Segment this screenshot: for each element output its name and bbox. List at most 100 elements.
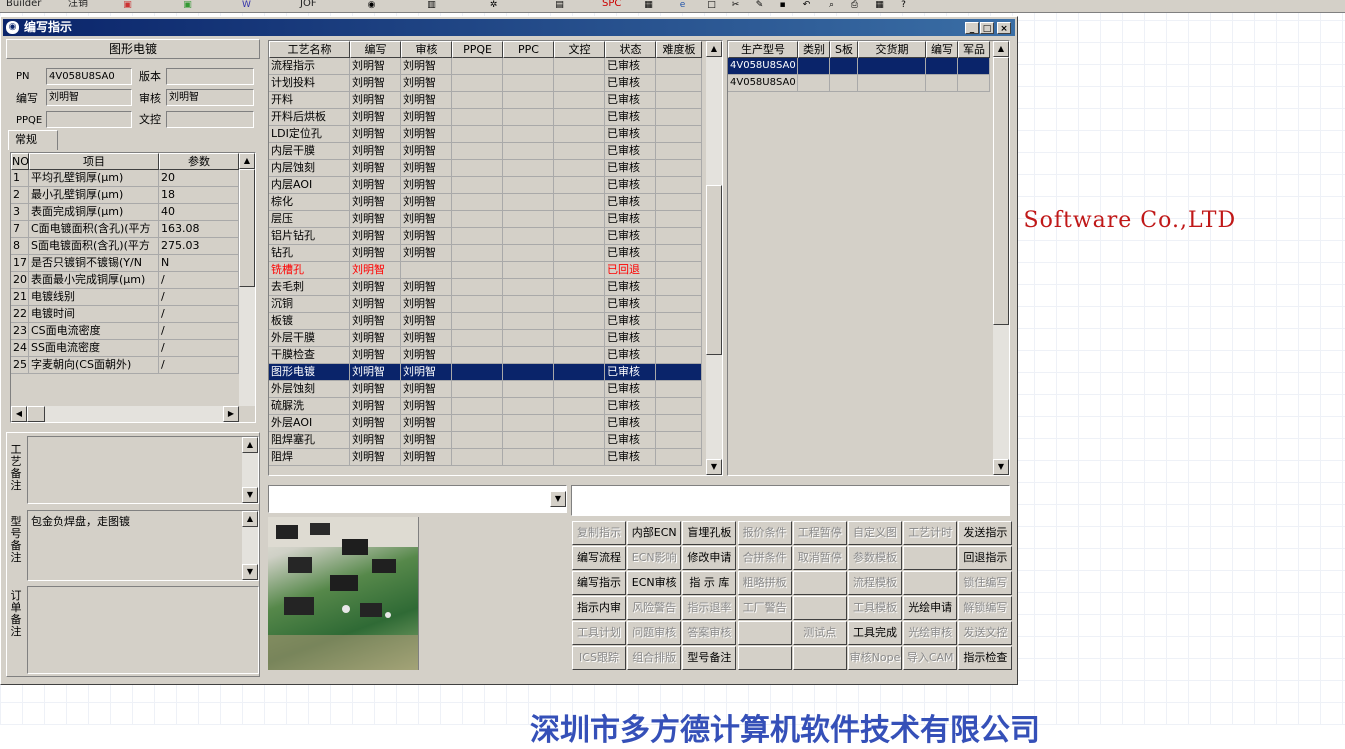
builder-button[interactable]: Builder	[6, 0, 41, 11]
action-button[interactable]: 发送文控	[958, 621, 1013, 645]
column-header-status[interactable]: 状态	[605, 41, 656, 58]
column-header-ppc[interactable]: PPC	[503, 41, 554, 58]
table-row[interactable]: 板镀 刘明智 刘明智 已审核	[269, 313, 702, 330]
scroll-right-icon[interactable]: ▶	[223, 406, 239, 422]
cut-icon[interactable]: ✂	[730, 0, 741, 10]
calc-icon[interactable]: ▦	[874, 0, 885, 10]
action-button[interactable]: 光绘申请	[903, 596, 958, 620]
table-row[interactable]: 开料 刘明智 刘明智 已审核	[269, 92, 702, 109]
model-note-scrollbar[interactable]: ▲ ▼	[242, 511, 258, 580]
pn-field[interactable]: 4V058U8SA0	[46, 68, 132, 85]
version-field[interactable]	[166, 68, 254, 85]
param-value-cell[interactable]: 163.08	[159, 221, 239, 238]
logout-button[interactable]: 注销	[68, 0, 88, 11]
action-button[interactable]: 导入CAM	[903, 646, 958, 670]
table-row[interactable]: 8 S面电镀面积(含孔)(平方 275.03	[11, 238, 239, 255]
column-header-ppqe[interactable]: PPQE	[452, 41, 503, 58]
print-icon[interactable]: ⎙	[849, 0, 860, 10]
model-vscrollbar[interactable]: ▲ ▼	[993, 41, 1009, 475]
chevron-down-icon[interactable]: ▼	[550, 491, 566, 507]
action-button[interactable]: 组合排版	[627, 646, 682, 670]
action-button[interactable]: 指示内审	[572, 596, 626, 620]
action-button[interactable]: 发送指示	[958, 521, 1013, 545]
action-button[interactable]: 测试点	[792, 621, 847, 645]
new-file-icon[interactable]: □	[706, 0, 717, 10]
table-row[interactable]: 4V058U8SA0	[728, 75, 990, 92]
action-button[interactable]: ICS跟踪	[572, 646, 626, 670]
table-row[interactable]: 计划投料 刘明智 刘明智 已审核	[269, 75, 702, 92]
table-row[interactable]: 铝片钻孔 刘明智 刘明智 已审核	[269, 228, 702, 245]
param-value-cell[interactable]: /	[159, 323, 239, 340]
table-row[interactable]: 图形电镀 刘明智 刘明智 已审核	[269, 364, 702, 381]
action-button[interactable]: 工艺计时	[903, 521, 958, 545]
undo-icon[interactable]: ↶	[801, 0, 812, 10]
image-icon[interactable]: ▦	[643, 0, 654, 10]
action-button[interactable]: 内部ECN	[627, 521, 682, 545]
table-row[interactable]: 20 表面最小完成铜厚(μm) /	[11, 272, 239, 289]
table-row[interactable]: 内层蚀刻 刘明智 刘明智 已审核	[269, 160, 702, 177]
word-icon[interactable]: W	[241, 0, 252, 10]
action-button[interactable]	[737, 621, 792, 645]
author-field[interactable]: 刘明智	[46, 89, 132, 106]
action-button[interactable]: 回退指示	[958, 546, 1013, 570]
table-row[interactable]: 外层蚀刻 刘明智 刘明智 已审核	[269, 381, 702, 398]
action-button[interactable]: 型号备注	[682, 646, 737, 670]
table-row[interactable]: 去毛刺 刘明智 刘明智 已审核	[269, 279, 702, 296]
param-value-cell[interactable]: 20	[159, 170, 239, 187]
action-button[interactable]: 指 示 库	[682, 571, 737, 595]
table-row[interactable]: 阻焊塞孔 刘明智 刘明智 已审核	[269, 432, 702, 449]
action-button[interactable]: 风险警告	[627, 596, 682, 620]
report-icon[interactable]: ▣	[122, 0, 133, 10]
action-button[interactable]: ECN影响	[627, 546, 682, 570]
action-button[interactable]: 指示退率	[682, 596, 737, 620]
process-note-scrollbar[interactable]: ▲ ▼	[242, 437, 258, 503]
scroll-down-icon[interactable]: ▼	[706, 459, 722, 475]
jof-button[interactable]: JOF	[300, 0, 317, 11]
action-button[interactable]: 指示检查	[958, 646, 1013, 670]
gear-icon[interactable]: ✲	[488, 0, 499, 10]
browser-icon[interactable]: e	[677, 0, 688, 10]
printer-icon[interactable]: ▤	[554, 0, 565, 10]
scroll-up-icon[interactable]: ▲	[706, 41, 722, 57]
scroll-down-icon[interactable]: ▼	[993, 459, 1009, 475]
tab-general[interactable]: 常规	[8, 130, 58, 150]
column-header-military[interactable]: 军品	[958, 41, 990, 58]
minimize-button[interactable]: _	[965, 22, 979, 34]
scroll-thumb[interactable]	[993, 57, 1009, 325]
action-button[interactable]: 参数模板	[848, 546, 902, 570]
order-note-field[interactable]	[27, 586, 259, 674]
column-header-item[interactable]: 项目	[29, 153, 159, 170]
table-row[interactable]: 2 最小孔壁铜厚(μm) 18	[11, 187, 239, 204]
action-button[interactable]	[792, 571, 847, 595]
scroll-up-icon[interactable]: ▲	[242, 437, 258, 453]
action-button[interactable]: 报价条件	[737, 521, 792, 545]
table-row[interactable]: 17 是否只镀铜不镀锡(Y/N N	[11, 255, 239, 272]
scroll-down-icon[interactable]: ▼	[242, 564, 258, 580]
table-row[interactable]: 阻焊 刘明智 刘明智 已审核	[269, 449, 702, 466]
action-button[interactable]: 解锁编写	[958, 596, 1013, 620]
table-row[interactable]: 21 电镀线别 /	[11, 289, 239, 306]
table-row[interactable]: 外层AOI 刘明智 刘明智 已审核	[269, 415, 702, 432]
maximize-button[interactable]: □	[980, 22, 994, 34]
save-icon[interactable]: ▪	[777, 0, 788, 10]
scroll-up-icon[interactable]: ▲	[242, 511, 258, 527]
action-button[interactable]: 审核Nope	[848, 646, 902, 670]
param-value-cell[interactable]: /	[159, 272, 239, 289]
table-row[interactable]: 7 C面电镀面积(含孔)(平方 163.08	[11, 221, 239, 238]
table-row[interactable]: 沉铜 刘明智 刘明智 已审核	[269, 296, 702, 313]
scroll-thumb[interactable]	[706, 185, 722, 355]
action-button[interactable]	[903, 546, 958, 570]
column-header-category[interactable]: 类别	[798, 41, 830, 58]
help-icon[interactable]: ?	[898, 0, 909, 10]
scroll-up-icon[interactable]: ▲	[239, 153, 255, 169]
table-row[interactable]: 1 平均孔壁铜厚(μm) 20	[11, 170, 239, 187]
column-header-author[interactable]: 编写	[926, 41, 958, 58]
spc-button[interactable]: SPC	[602, 0, 621, 11]
table-row[interactable]: 铣槽孔 刘明智 已回退	[269, 262, 702, 279]
review-field[interactable]: 刘明智	[166, 89, 254, 106]
param-value-cell[interactable]: 18	[159, 187, 239, 204]
action-button[interactable]	[792, 596, 847, 620]
column-header-review[interactable]: 审核	[401, 41, 452, 58]
param-value-cell[interactable]: 40	[159, 204, 239, 221]
param-value-cell[interactable]: /	[159, 340, 239, 357]
